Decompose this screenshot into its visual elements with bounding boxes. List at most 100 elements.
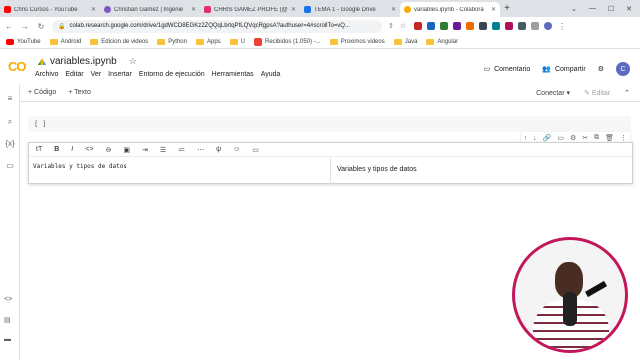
drive-favicon-icon [304, 6, 311, 13]
bookmark-star-icon[interactable]: ☆ [400, 22, 406, 30]
maximize-icon[interactable]: ☐ [608, 5, 614, 13]
menu-herramientas[interactable]: Herramientas [212, 71, 254, 78]
markdown-editor[interactable]: Variables y tipos de datos [29, 158, 331, 184]
bookmark-apps[interactable]: Apps [195, 38, 221, 45]
chevron-down-icon[interactable]: ⌄ [571, 5, 577, 13]
code-cell[interactable]: [ ] [28, 116, 631, 132]
drive-icon[interactable] [38, 58, 46, 65]
connect-button[interactable]: Conectar ▾ [536, 89, 570, 97]
move-down-icon[interactable]: ↓ [533, 135, 537, 142]
avatar[interactable]: C [616, 62, 630, 76]
star-icon[interactable]: ☆ [129, 56, 137, 67]
extension-icon[interactable] [479, 22, 488, 30]
extension-icon[interactable] [427, 22, 436, 30]
menu-insertar[interactable]: Insertar [108, 71, 132, 78]
indent-icon[interactable]: ⇥ [142, 146, 148, 154]
text-cell[interactable]: tT B I <> ⊖ ▣ ⇥ ☰ ≔ ⋯ ψ ☺ ▭ Variables y … [28, 142, 633, 184]
bookmark-gmail[interactable]: Recibidos (1.050) -... [254, 37, 321, 46]
menu-editar[interactable]: Editar [65, 71, 83, 78]
close-tab-icon[interactable]: ✕ [191, 6, 196, 13]
extension-icon[interactable] [466, 22, 475, 30]
table-of-contents-icon[interactable]: ≡ [4, 94, 16, 103]
extension-icon[interactable] [453, 22, 462, 30]
comment-button[interactable]: ▭ Comentario [483, 65, 530, 74]
code-snippets-icon[interactable]: <> [4, 296, 12, 303]
new-tab-button[interactable]: + [500, 3, 514, 14]
search-icon[interactable]: ⌕ [4, 117, 16, 127]
colab-logo[interactable]: CO [8, 59, 26, 74]
browser-tab-christian[interactable]: Christian Gámez | Ingenie ✕ [100, 2, 200, 17]
browser-tab-instagram[interactable]: CHRIS GÁMEZ PROFE (@ ✕ [200, 2, 300, 17]
reload-icon[interactable]: ↻ [36, 22, 46, 31]
add-code-button[interactable]: + Código [28, 89, 56, 96]
variables-icon[interactable]: {x} [4, 139, 16, 148]
run-cell-prompt[interactable]: [ ] [34, 120, 47, 128]
back-arrow-icon[interactable]: ← [4, 22, 14, 31]
share-page-icon[interactable]: ⇪ [388, 22, 394, 30]
browser-tab-colab[interactable]: variables.ipynb - Colabora ✕ [400, 2, 500, 17]
extension-icon[interactable] [440, 22, 449, 30]
bookmark-android[interactable]: Android [49, 38, 81, 45]
files-icon[interactable]: ▭ [4, 161, 16, 170]
extension-icon[interactable] [414, 22, 423, 30]
mirror-cell-icon[interactable]: ⧉ [594, 134, 599, 142]
profile-icon[interactable] [544, 22, 553, 30]
bold-icon[interactable]: B [54, 146, 59, 153]
bookmark-edicion[interactable]: Edicion de videos [90, 38, 148, 45]
image-icon[interactable]: ▣ [123, 146, 130, 154]
extension-icon[interactable] [492, 22, 501, 30]
gear-icon[interactable]: ⚙ [570, 134, 576, 142]
bookmark-u[interactable]: U [229, 38, 245, 45]
comment-icon[interactable]: ▭ [557, 134, 564, 142]
menu-ayuda[interactable]: Ayuda [261, 71, 281, 78]
bookmark-proximos[interactable]: Proximos videos [329, 38, 385, 45]
forward-arrow-icon[interactable]: → [20, 22, 30, 31]
trash-icon[interactable]: 🗑 [605, 134, 614, 142]
link-icon[interactable]: ⊖ [105, 146, 111, 154]
notebook-title-area: variables.ipynb ☆ [38, 56, 137, 67]
move-up-icon[interactable]: ↑ [524, 135, 528, 142]
terminal-icon[interactable]: ▬ [4, 336, 11, 343]
puzzle-extensions-icon[interactable] [531, 22, 540, 30]
url-field[interactable]: 🔒 colab.research.google.com/drive/1gdWCD… [52, 19, 382, 33]
bullet-list-icon[interactable]: ≔ [178, 146, 185, 154]
kebab-menu-icon[interactable]: ⋮ [557, 22, 567, 31]
add-text-button[interactable]: + Texto [68, 89, 91, 96]
menu-archivo[interactable]: Archivo [35, 71, 58, 78]
bookmark-label: Proximos videos [340, 38, 385, 45]
extension-icon[interactable] [505, 22, 514, 30]
gear-icon[interactable]: ⚙ [598, 65, 604, 73]
heading-icon[interactable]: tT [36, 146, 42, 153]
kebab-menu-icon[interactable]: ⋮ [620, 134, 627, 142]
italic-icon[interactable]: I [71, 146, 73, 153]
close-window-icon[interactable]: ✕ [626, 5, 632, 13]
numbered-list-icon[interactable]: ☰ [160, 146, 166, 154]
extension-icon[interactable] [518, 22, 527, 30]
preview-toggle-icon[interactable]: ▭ [252, 146, 259, 154]
minimize-icon[interactable]: — [589, 5, 596, 13]
close-tab-icon[interactable]: ✕ [491, 6, 496, 13]
bookmark-label: Apps [206, 38, 221, 45]
bookmark-youtube[interactable]: YouTube [6, 38, 41, 45]
notebook-title[interactable]: variables.ipynb [50, 56, 117, 67]
close-tab-icon[interactable]: ✕ [291, 6, 296, 13]
code-icon[interactable]: <> [85, 146, 93, 153]
bookmark-python[interactable]: Python [157, 38, 187, 45]
close-tab-icon[interactable]: ✕ [391, 6, 396, 13]
command-palette-icon[interactable]: ▤ [4, 316, 11, 324]
close-tab-icon[interactable]: ✕ [91, 6, 96, 13]
edit-button[interactable]: ✎ Editar [584, 89, 610, 97]
bookmark-java[interactable]: Java [393, 38, 417, 45]
link-icon[interactable]: 🔗 [543, 134, 552, 142]
horizontal-rule-icon[interactable]: ⋯ [197, 146, 204, 154]
browser-tab-youtube[interactable]: Chris Cursos - YouTube ✕ [0, 2, 100, 17]
browser-tab-drive[interactable]: TEMA 1 - Google Drive ✕ [300, 2, 400, 17]
menu-entorno[interactable]: Entorno de ejecución [139, 71, 205, 78]
chevron-up-icon[interactable]: ⌃ [624, 89, 630, 97]
emoji-icon[interactable]: ☺ [233, 146, 240, 153]
bookmark-angular[interactable]: Angular [426, 38, 458, 45]
psi-icon[interactable]: ψ [216, 146, 221, 153]
cut-icon[interactable]: ✂ [582, 134, 588, 142]
share-button[interactable]: 👥 Compartir [542, 65, 585, 74]
menu-ver[interactable]: Ver [91, 71, 102, 78]
